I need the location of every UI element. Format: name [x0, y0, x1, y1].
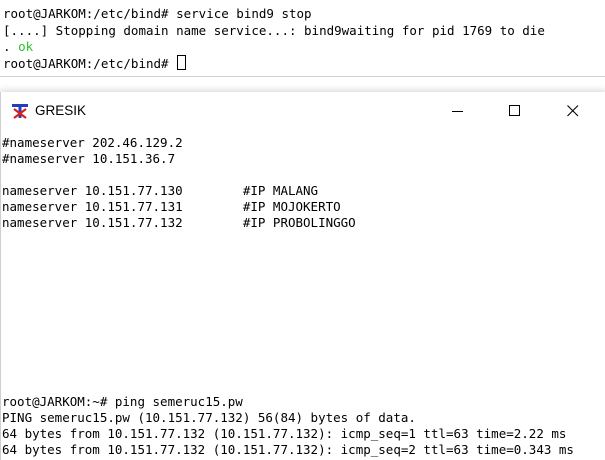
text-cursor [177, 55, 187, 70]
terminal-line: root@JARKOM:/etc/bind# service bind9 sto… [3, 6, 312, 21]
close-icon [567, 105, 579, 117]
terminal-line: 64 bytes from 10.151.77.132 (10.151.77.1… [2, 442, 574, 457]
putty-app-icon [12, 104, 28, 119]
gresik-terminal-window[interactable]: GRESIK #nameserver 202.46.129.2 #nameser… [0, 92, 605, 460]
terminal-line: PING semeruc15.pw (10.151.77.132) 56(84)… [2, 410, 416, 425]
terminal-line: 64 bytes from 10.151.77.132 (10.151.77.1… [2, 426, 567, 441]
terminal-line: nameserver 10.151.77.131 #IP MOJOKERTO [2, 199, 341, 214]
terminal-text: . [3, 39, 19, 54]
terminal-line: nameserver 10.151.77.130 #IP MALANG [2, 183, 319, 198]
terminal-line: root@JARKOM:~# ping semeruc15.pw [2, 394, 243, 409]
terminal-prompt-line[interactable]: root@JARKOM:/etc/bind# [3, 55, 187, 72]
title-bar[interactable]: GRESIK [1, 92, 605, 130]
prompt-text: root@JARKOM:/etc/bind# [3, 56, 177, 71]
background-terminal[interactable]: root@JARKOM:/etc/bind# service bind9 sto… [0, 0, 605, 77]
ok-status: ok [18, 39, 34, 54]
minimize-button[interactable] [435, 96, 481, 126]
maximize-icon [509, 105, 520, 116]
terminal-line: #nameserver 10.151.36.7 [2, 151, 176, 166]
terminal-content[interactable]: #nameserver 202.46.129.2 #nameserver 10.… [1, 132, 605, 460]
terminal-line: #nameserver 202.46.129.2 [2, 135, 183, 150]
terminal-line: nameserver 10.151.77.132 #IP PROBOLINGGO [2, 215, 356, 230]
maximize-button[interactable] [492, 96, 538, 126]
terminal-line: . ok [3, 39, 33, 55]
close-button[interactable] [550, 96, 596, 126]
window-title: GRESIK [35, 103, 87, 118]
terminal-line: [....] Stopping domain name service...: … [3, 23, 545, 38]
minimize-icon [452, 111, 463, 112]
